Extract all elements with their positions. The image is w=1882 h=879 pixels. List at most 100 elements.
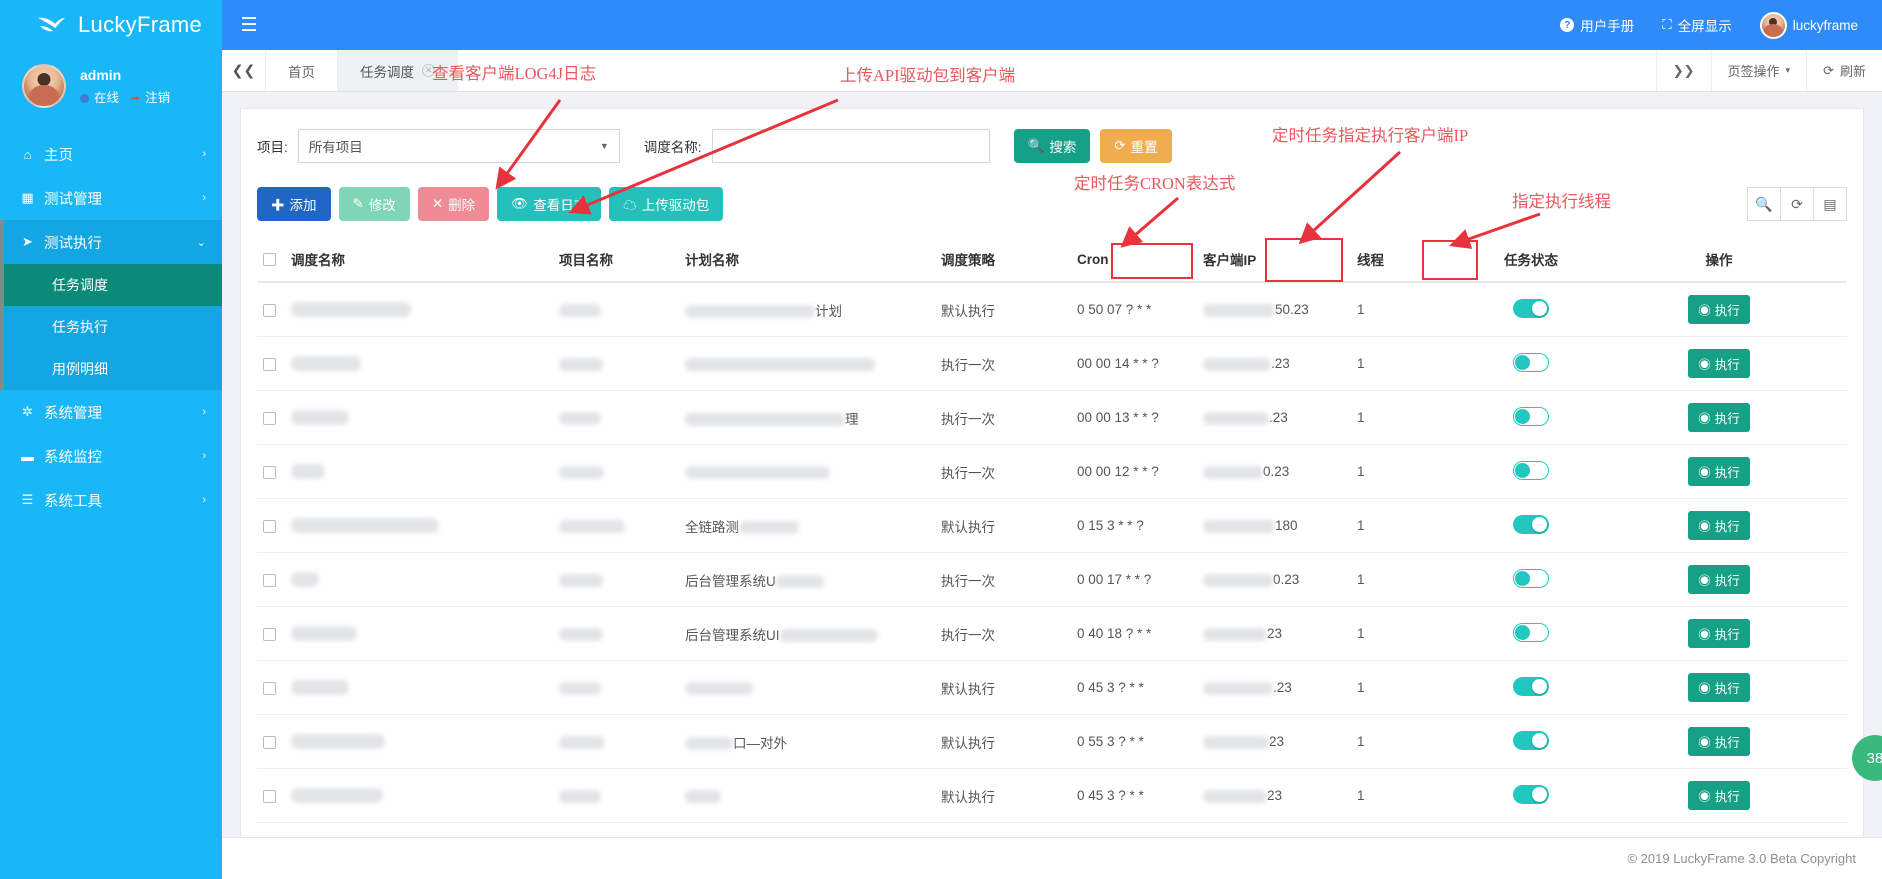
delete-button[interactable]: ✕ 删除 [417,187,490,221]
status-toggle[interactable] [1513,568,1549,588]
double-chevron-left-icon[interactable]: ❮❮ [222,50,266,91]
table-row[interactable]: 默认执行 0 45 3 ? * * 23 1 ◉ 执行 [257,768,1847,823]
col-plan-name[interactable]: 计划名称 [679,237,935,283]
search-button[interactable]: 🔍 搜索 [1013,129,1091,163]
sidebar-item-test-management[interactable]: ▦ 测试管理 › [0,176,222,220]
execute-button[interactable]: ◉ 执行 [1688,727,1750,756]
redacted-value [559,735,605,749]
row-checkbox[interactable] [263,519,276,533]
add-button[interactable]: ✚ 添加 [257,187,331,221]
project-select[interactable]: 所有项目 ▼ [297,129,620,163]
row-checkbox[interactable] [263,411,276,425]
execute-button[interactable]: ◉ 执行 [1688,457,1750,486]
execute-button[interactable]: ◉ 执行 [1688,295,1750,324]
table-row[interactable]: 执行一次 00 00 14 * * ? .23 1 ◉ 执行 [257,336,1847,391]
cell-project-name [553,498,679,553]
status-toggle[interactable] [1513,730,1549,750]
edit-button[interactable]: ✎ 修改 [338,187,410,221]
execute-button[interactable]: ◉ 执行 [1688,673,1750,702]
sidebar-item-task-execution[interactable]: 任务执行 [4,306,222,348]
status-toggle[interactable] [1513,406,1549,426]
tab-label: 任务调度 [360,64,414,80]
col-client-ip[interactable]: 客户端IP [1197,237,1351,283]
status-toggle[interactable] [1513,352,1549,372]
tab-home[interactable]: 首页 [266,50,338,91]
close-icon[interactable]: ✕ [422,64,435,77]
col-thread[interactable]: 线程 [1351,237,1471,283]
refresh-icon[interactable]: ⟳ [1780,187,1814,221]
cell-plan-name: 后台管理系统U [679,552,935,607]
refresh-button[interactable]: ⟳ 刷新 [1806,50,1882,91]
brand[interactable]: LuckyFrame [0,0,222,50]
status-toggle[interactable] [1513,298,1549,318]
double-chevron-right-icon[interactable]: ❯❯ [1655,50,1711,91]
schedule-name-input[interactable] [711,129,990,163]
execute-button[interactable]: ◉ 执行 [1688,619,1750,648]
table-row[interactable]: 计划 默认执行 0 50 07 ? * * 50.23 1 ◉ 执行 [257,282,1847,337]
execute-button[interactable]: ◉ 执行 [1688,511,1750,540]
row-checkbox[interactable] [263,465,276,479]
row-checkbox[interactable] [263,573,276,587]
upload-driver-button[interactable]: ☁ 上传驱动包 [609,187,724,221]
user-status-label[interactable]: 在线 [94,89,119,108]
table-row[interactable]: 全链路测 默认执行 0 15 3 * * ? 180 1 ◉ 执行 [257,498,1847,553]
row-checkbox[interactable] [263,681,276,695]
list-icon: ☰ [21,492,34,507]
tab-operations-menu[interactable]: 页签操作 ▾ [1710,50,1807,91]
table-row[interactable]: 默认执行 0 45 3 ? * * .23 1 ◉ 执行 [257,660,1847,715]
status-toggle[interactable] [1513,622,1549,642]
cell-strategy: 默认执行 [935,714,1071,769]
row-checkbox[interactable] [263,303,276,317]
account-menu[interactable]: luckyframe [1759,11,1858,39]
status-toggle[interactable] [1513,514,1549,534]
status-toggle[interactable] [1513,784,1549,804]
execute-button[interactable]: ◉ 执行 [1688,403,1750,432]
col-operation[interactable]: 操作 [1591,237,1847,283]
redacted-value [559,465,604,479]
sidebar-item-home[interactable]: ⌂ 主页 › [0,132,222,176]
row-checkbox[interactable] [263,357,276,371]
cell-task-status [1471,444,1591,499]
execute-button[interactable]: ◉ 执行 [1688,781,1750,810]
chevron-right-icon: › [202,192,206,204]
sidebar-item-system-tools[interactable]: ☰ 系统工具 › [0,478,222,522]
select-all-checkbox[interactable] [263,253,276,267]
execute-button[interactable]: ◉ 执行 [1688,565,1750,594]
view-log-button[interactable]: 👁 查看日志 [497,187,602,221]
tab-task-schedule[interactable]: 任务调度 ✕ [338,50,458,91]
table-row[interactable]: 理 执行一次 00 00 13 * * ? .23 1 ◉ 执行 [257,390,1847,445]
logout-link[interactable]: 注销 [145,89,170,108]
sidebar-item-task-schedule[interactable]: 任务调度 [4,264,222,306]
execute-label: 执行 [1714,358,1740,372]
row-checkbox-cell [257,552,285,607]
redacted-value [685,357,875,371]
col-strategy[interactable]: 调度策略 [935,237,1071,283]
row-checkbox[interactable] [263,735,276,749]
col-cron[interactable]: Cron [1071,237,1197,283]
columns-icon[interactable]: ▤ [1813,187,1847,221]
execute-button[interactable]: ◉ 执行 [1688,349,1750,378]
hamburger-icon[interactable]: ☰ [222,0,276,50]
search-icon[interactable]: 🔍 [1747,187,1781,221]
bird-logo-icon [36,14,66,36]
col-task-status[interactable]: 任务状态 [1471,237,1591,283]
user-manual-button[interactable]: ? 用户手册 [1560,15,1634,35]
table-row[interactable]: 执行一次 00 00 12 * * ? 0.23 1 ◉ 执行 [257,444,1847,499]
row-checkbox[interactable] [263,627,276,641]
table-row[interactable]: 后台管理系统UI 执行一次 0 40 18 ? * * 23 1 ◉ 执行 [257,606,1847,661]
sidebar-item-system-management[interactable]: ✲ 系统管理 › [0,390,222,434]
reset-button[interactable]: ⟳ 重置 [1100,129,1172,163]
sidebar-item-case-detail[interactable]: 用例明细 [4,348,222,390]
sidebar-item-test-execution[interactable]: ➤ 测试执行 ⌄ [0,220,222,264]
col-project-name[interactable]: 项目名称 [553,237,679,283]
status-toggle[interactable] [1513,676,1549,696]
fullscreen-button[interactable]: ⛶ 全屏显示 [1662,15,1731,35]
sidebar-item-system-monitor[interactable]: ▬ 系统监控 › [0,434,222,478]
avatar[interactable] [22,64,66,108]
row-checkbox-cell [257,336,285,391]
col-schedule-name[interactable]: 调度名称 [285,237,553,283]
row-checkbox[interactable] [263,789,276,803]
status-toggle[interactable] [1513,460,1549,480]
table-row[interactable]: 口—对外 默认执行 0 55 3 ? * * 23 1 ◉ 执行 [257,714,1847,769]
table-row[interactable]: 后台管理系统U 执行一次 0 00 17 * * ? 0.23 1 ◉ 执行 [257,552,1847,607]
